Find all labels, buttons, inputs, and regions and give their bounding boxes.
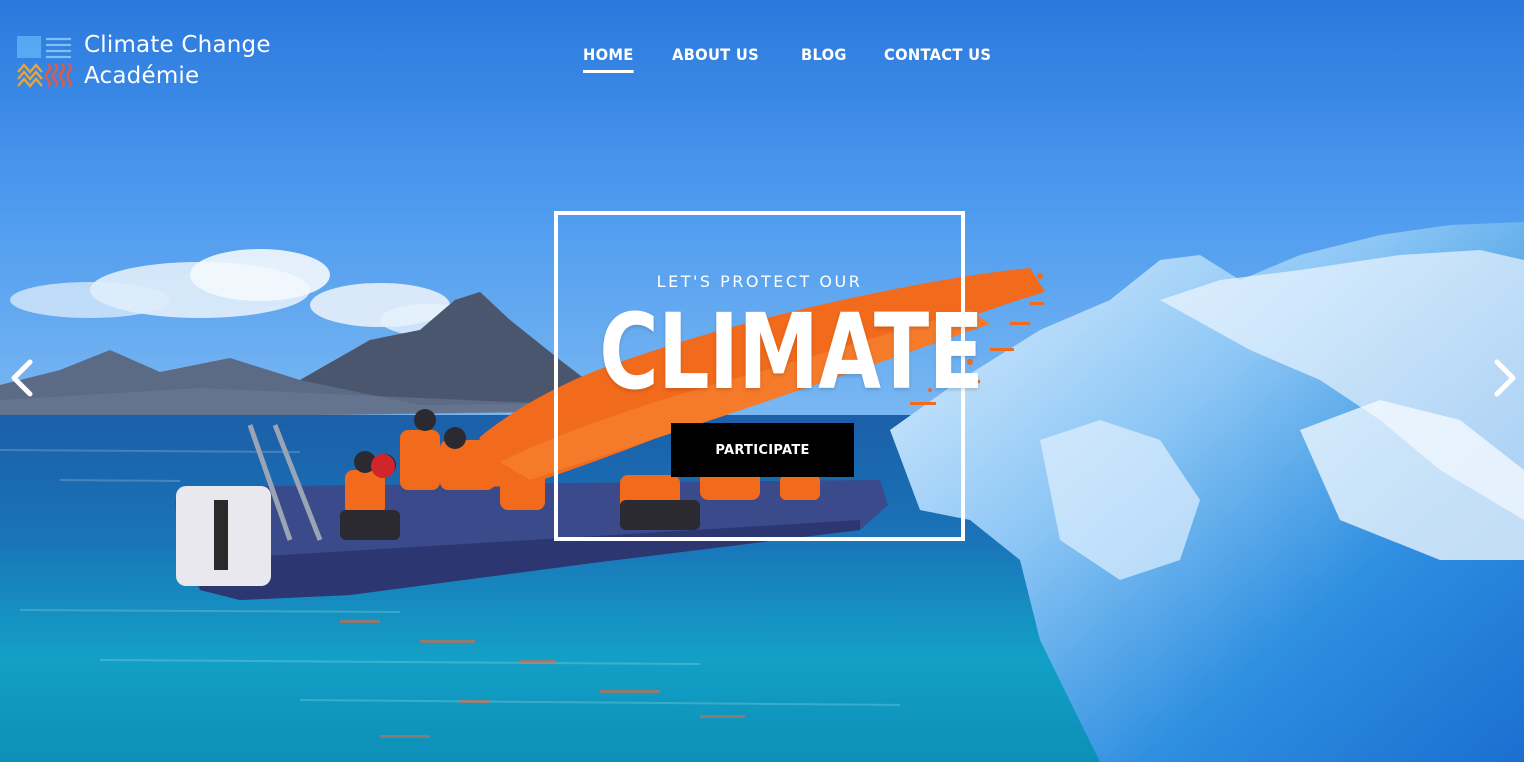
main-nav: HOME ABOUT US BLOG CONTACT US <box>583 45 1035 73</box>
nav-item-home[interactable]: HOME <box>583 45 634 73</box>
chevron-right-icon[interactable] <box>1485 356 1524 400</box>
logo-mark-icon <box>17 36 72 88</box>
nav-item-contact-us[interactable]: CONTACT US <box>884 45 991 73</box>
participate-button[interactable]: PARTICIPATE <box>671 423 854 477</box>
site-logo[interactable]: Climate Change Académie <box>16 30 271 92</box>
hero-slider: Climate Change Académie HOME ABOUT US BL… <box>0 0 1524 762</box>
nav-item-about-us[interactable]: ABOUT US <box>672 45 759 73</box>
brand-line-1: Climate Change <box>84 32 271 58</box>
hero-title: CLIMATE <box>599 291 984 413</box>
chevron-left-icon[interactable] <box>2 356 42 400</box>
brand-line-2: Académie <box>84 63 200 89</box>
hero-subtitle: LET'S PROTECT OUR <box>656 272 863 291</box>
brand-name: Climate Change Académie <box>84 30 271 92</box>
nav-item-blog[interactable]: BLOG <box>801 45 847 73</box>
